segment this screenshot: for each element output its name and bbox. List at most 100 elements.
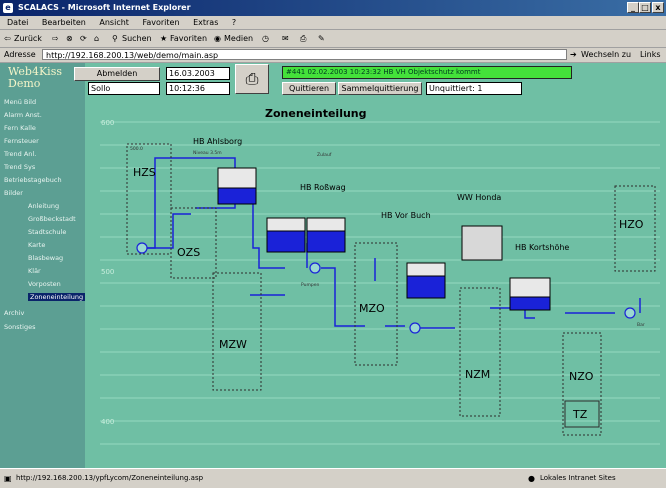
- time-field: 10:12:36: [166, 82, 230, 95]
- media-button[interactable]: Medien: [224, 30, 253, 47]
- y-label-400: 400: [101, 418, 114, 426]
- address-bar: Adresse http://192.168.200.13/web/demo/m…: [0, 48, 666, 63]
- page-icon: ▣: [4, 474, 12, 483]
- zone-hzo: HZO: [619, 218, 644, 231]
- zone-diagram: Zoneneinteilung 600 500 400 HZS OZS MZW …: [100, 107, 660, 445]
- links-button[interactable]: Links: [640, 48, 661, 62]
- menu-bar: Datei Bearbeiten Ansicht Favoriten Extra…: [0, 16, 666, 30]
- tank-kortshoehe: HB Kortshöhe: [515, 243, 569, 252]
- print-alarm-button[interactable]: ⎙: [235, 64, 269, 94]
- level-label: 500.0: [130, 146, 143, 152]
- history-icon[interactable]: ◷: [262, 30, 269, 47]
- mail-icon[interactable]: ✉: [282, 30, 289, 47]
- unquit-field: Unquittiert: 1: [426, 82, 522, 95]
- maximize-button[interactable]: □: [639, 2, 651, 13]
- sidebar-item-blasbewag[interactable]: Blasbewag: [28, 254, 63, 262]
- sidebar-item-grossbeckstadt[interactable]: Großbeckstadt: [28, 215, 76, 223]
- zone-ozs: OZS: [177, 246, 200, 259]
- sidebar-item-fernsteuer[interactable]: Fernsteuer: [4, 137, 39, 145]
- browser-toolbar: ⇦ Zurück ⇨ ⊗ ⟳ ⌂ ⚲ Suchen ★ Favoriten ◉ …: [0, 30, 666, 48]
- menu-tools[interactable]: Extras: [193, 18, 218, 27]
- group-quit-button[interactable]: Sammelquittierung: [338, 82, 422, 95]
- sidebar-item-klaer[interactable]: Klär: [28, 267, 41, 275]
- sidebar-item-zoneneinteilung[interactable]: Zoneneinteilung: [28, 293, 86, 301]
- sidebar-item-fern[interactable]: Fern Kalle: [4, 124, 36, 132]
- sidebar-item-vorposten[interactable]: Vorposten: [28, 280, 61, 288]
- address-url: http://192.168.200.13/web/demo/main.asp: [46, 51, 219, 60]
- sidebar-item-trend-anl[interactable]: Trend Anl.: [4, 150, 36, 158]
- edit-icon[interactable]: ✎: [318, 30, 325, 47]
- search-icon[interactable]: ⚲: [112, 30, 118, 47]
- zone-nzm: NZM: [465, 368, 490, 381]
- date-field: 16.03.2003: [166, 67, 230, 80]
- menu-edit[interactable]: Bearbeiten: [42, 18, 86, 27]
- status-bar: ▣ http://192.168.200.13/ypfLycom/Zonenei…: [0, 468, 666, 488]
- zone-mzw: MZW: [219, 338, 247, 351]
- address-input[interactable]: http://192.168.200.13/web/demo/main.asp: [42, 49, 567, 60]
- forward-icon[interactable]: ⇨: [52, 30, 59, 47]
- menu-help[interactable]: ?: [232, 18, 236, 27]
- sidebar-item-logbook[interactable]: Betriebstagebuch: [4, 176, 62, 184]
- tank-vorbuch: HB Vor Buch: [381, 211, 431, 220]
- y-label-500: 500: [101, 268, 114, 276]
- sidebar-item-anleitung[interactable]: Anleitung: [28, 202, 59, 210]
- pump-icon[interactable]: [624, 307, 636, 319]
- menu-file[interactable]: Datei: [7, 18, 28, 27]
- pump-label: Pumpen: [301, 282, 319, 288]
- favorites-button[interactable]: Favoriten: [170, 30, 207, 47]
- security-zone: Lokales Intranet Sites: [540, 474, 616, 482]
- sidebar-item-archiv[interactable]: Archiv: [4, 309, 24, 317]
- tank-rosswag: HB Roßwag: [300, 183, 346, 192]
- minimize-button[interactable]: _: [627, 2, 639, 13]
- sidebar-item-karte[interactable]: Karte: [28, 241, 45, 249]
- media-icon[interactable]: ◉: [214, 30, 221, 47]
- sidebar-item-trend-sys[interactable]: Trend Sys: [4, 163, 35, 171]
- y-label-600: 600: [101, 119, 114, 127]
- ack-button[interactable]: Abmelden: [74, 67, 160, 81]
- close-button[interactable]: x: [652, 2, 664, 13]
- logo: Web4Kiss Demo: [8, 65, 62, 90]
- window-titlebar: e SCALACS - Microsoft Internet Explorer …: [0, 0, 666, 16]
- printer-icon: ⎙: [245, 69, 259, 88]
- diagram-title: Zoneneinteilung: [265, 107, 367, 120]
- tank-honda: WW Honda: [457, 193, 501, 202]
- refresh-icon[interactable]: ⟳: [80, 30, 87, 47]
- address-label: Adresse: [4, 50, 36, 59]
- bar-label: Bar: [637, 322, 645, 328]
- inflow-label: Zulauf: [317, 152, 332, 158]
- niveau-label: Niveau 3.5m: [193, 150, 222, 156]
- go-button[interactable]: Wechseln zu: [581, 48, 631, 62]
- zone-tz: TZ: [572, 408, 588, 421]
- zone-outlines: [126, 143, 656, 436]
- ie-icon: e: [3, 3, 13, 13]
- home-icon[interactable]: ⌂: [94, 30, 99, 47]
- stop-icon[interactable]: ⊗: [66, 30, 73, 47]
- quit-button[interactable]: Quittieren: [282, 82, 336, 95]
- intranet-icon: ●: [528, 474, 535, 483]
- user-field: Sollo: [88, 82, 160, 95]
- sidebar-item-alarm[interactable]: Alarm Anst.: [4, 111, 42, 119]
- sidebar-item-stadtschule[interactable]: Stadtschule: [28, 228, 66, 236]
- menu-favorites[interactable]: Favoriten: [142, 18, 179, 27]
- status-url: http://192.168.200.13/ypfLycom/Zoneneint…: [16, 474, 204, 482]
- print-icon[interactable]: ⎙: [300, 30, 306, 47]
- pump-icon[interactable]: [309, 262, 321, 274]
- sidebar-item-sonstiges[interactable]: Sonstiges: [4, 323, 35, 331]
- back-icon[interactable]: ⇦: [4, 30, 11, 47]
- zone-mzo: MZO: [359, 302, 385, 315]
- back-button[interactable]: Zurück: [14, 30, 42, 47]
- sidebar-item-menu[interactable]: Menü Bild: [4, 98, 36, 106]
- tank-ahlsborg: HB Ahlsborg: [193, 137, 242, 146]
- pump-icon[interactable]: [409, 322, 421, 334]
- sidebar-item-bilder[interactable]: Bilder: [4, 189, 23, 197]
- alarm-banner: #441 02.02.2003 10:23:32 HB VH Objektsch…: [282, 66, 572, 79]
- pumps: [136, 242, 636, 334]
- favorites-icon[interactable]: ★: [160, 30, 167, 47]
- search-button[interactable]: Suchen: [122, 30, 152, 47]
- grid-lines: [100, 121, 660, 445]
- zone-nzo: NZO: [569, 370, 594, 383]
- go-icon[interactable]: ➔: [570, 48, 577, 62]
- menu-view[interactable]: Ansicht: [99, 18, 129, 27]
- pump-icon[interactable]: [136, 242, 148, 254]
- window-title: SCALACS - Microsoft Internet Explorer: [18, 3, 191, 12]
